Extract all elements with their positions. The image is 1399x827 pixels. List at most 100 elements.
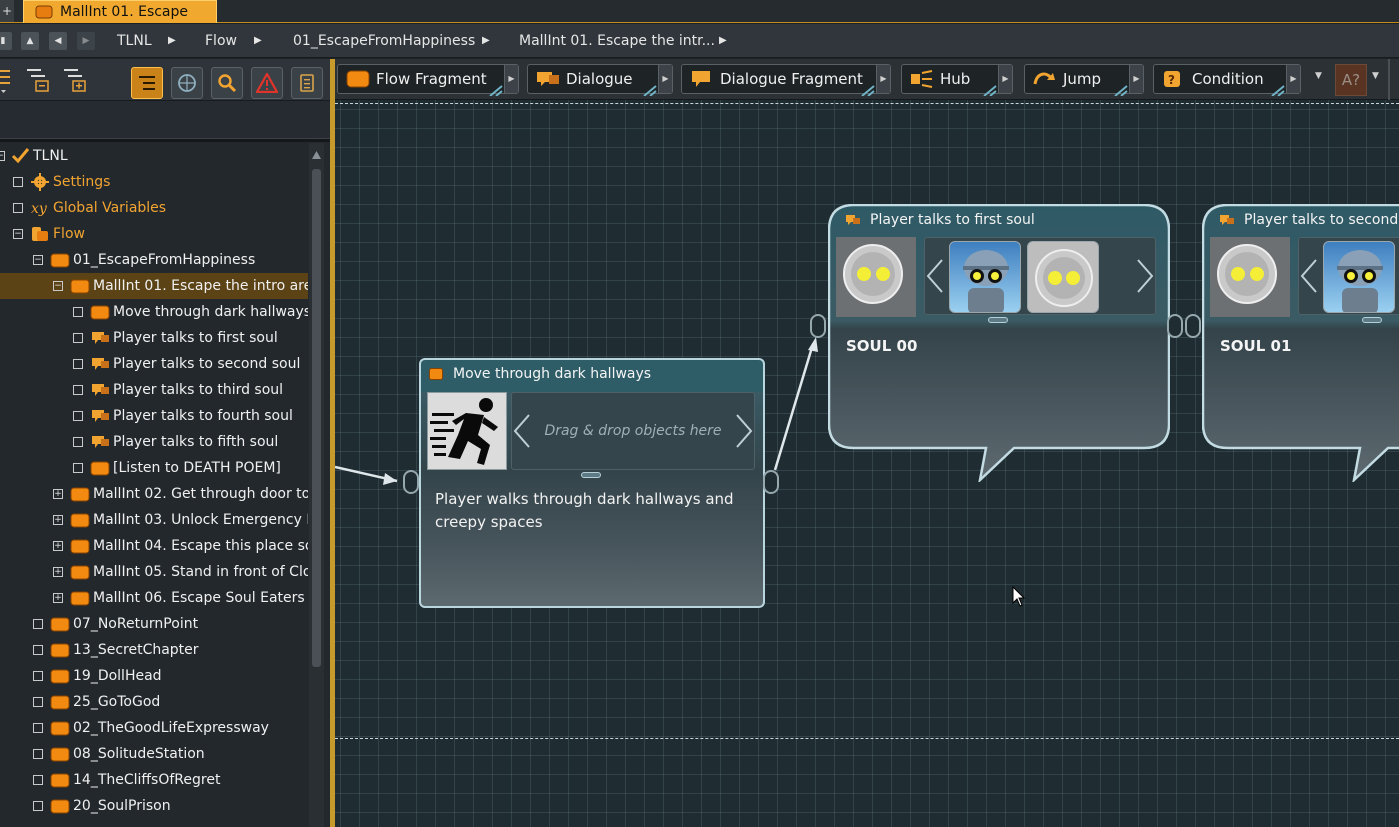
breadcrumb-separator-icon[interactable]: ▶: [719, 32, 727, 50]
list-view-icon[interactable]: [0, 67, 12, 93]
scroll-right-icon[interactable]: [734, 413, 754, 449]
collapse-icon[interactable]: [13, 203, 23, 213]
collapse-icon[interactable]: −: [0, 151, 5, 161]
collapse-icon[interactable]: [73, 463, 83, 473]
expand-tree-icon[interactable]: [26, 67, 52, 93]
up-icon[interactable]: ▲: [21, 32, 39, 50]
tree-item-node[interactable]: Player talks to third soul: [0, 377, 308, 403]
chevron-right-icon[interactable]: ▶: [658, 65, 672, 93]
forward-icon[interactable]: ▶: [77, 32, 95, 50]
tree-item-chapter[interactable]: 02_TheGoodLifeExpressway: [0, 715, 308, 741]
breadcrumb-separator-icon[interactable]: ▶: [482, 32, 490, 50]
search-tab-button[interactable]: [211, 67, 243, 99]
tree-item-node[interactable]: Player talks to first soul: [0, 325, 308, 351]
tree-item-chapter[interactable]: 25_GoToGod: [0, 689, 308, 715]
collapse-icon[interactable]: [33, 801, 43, 811]
collapse-icon[interactable]: −: [33, 255, 43, 265]
collapse-icon[interactable]: [33, 619, 43, 629]
new-tab-button[interactable]: +: [0, 0, 14, 22]
robot-portrait-icon[interactable]: [949, 241, 1021, 313]
collapse-icon[interactable]: −: [53, 281, 63, 291]
collapse-icon[interactable]: [33, 645, 43, 655]
collapse-icon[interactable]: [13, 177, 23, 187]
navigator-filter-bar[interactable]: [0, 101, 333, 139]
input-pin[interactable]: [810, 314, 826, 338]
collapse-tree-icon[interactable]: [63, 67, 89, 93]
expand-icon[interactable]: +: [53, 567, 63, 577]
tree-item-chapter[interactable]: 14_TheCliffsOfRegret: [0, 767, 308, 793]
document-tab[interactable]: MallInt 01. Escape th...: [23, 0, 217, 42]
resize-handle[interactable]: [988, 317, 1008, 323]
dialogue-fragment-button[interactable]: Dialogue Fragment ▶: [681, 64, 891, 96]
chevron-down-icon[interactable]: ▼: [1372, 71, 1379, 81]
conflicts-tab-button[interactable]: [251, 67, 283, 99]
scroll-left-icon[interactable]: [1299, 258, 1319, 294]
chevron-right-icon[interactable]: ▶: [504, 65, 518, 93]
collapse-icon[interactable]: [73, 385, 83, 395]
localization-button[interactable]: A?: [1335, 64, 1367, 96]
breadcrumb-item[interactable]: Flow: [205, 32, 237, 50]
tree-item-mallint[interactable]: + MallInt 03. Unlock Emergency D: [0, 507, 308, 533]
chevron-right-icon[interactable]: ▶: [876, 65, 890, 93]
breadcrumb-separator-icon[interactable]: ▶: [168, 32, 176, 50]
resize-handle[interactable]: [581, 472, 601, 478]
expand-icon[interactable]: +: [53, 489, 63, 499]
collapse-icon[interactable]: [33, 671, 43, 681]
tree-item-flow[interactable]: − Flow: [0, 221, 308, 247]
tree-item-mallint[interactable]: + MallInt 06. Escape Soul Eaters sc: [0, 585, 308, 611]
journeys-tab-button[interactable]: [171, 67, 203, 99]
breadcrumb-item[interactable]: TLNL: [117, 32, 152, 50]
collapse-icon[interactable]: [33, 723, 43, 733]
attachment-strip[interactable]: [924, 237, 1156, 315]
input-pin[interactable]: [403, 470, 419, 494]
tree-item-chapter[interactable]: 13_SecretChapter: [0, 637, 308, 663]
back-icon[interactable]: ◀: [49, 32, 67, 50]
dialogue-node-soul-00[interactable]: Player talks to first soul SOUL 00: [828, 204, 1170, 482]
tree-item-mallint[interactable]: + MallInt 04. Escape this place sor: [0, 533, 308, 559]
tree-item-chapter[interactable]: 07_NoReturnPoint: [0, 611, 308, 637]
flow-fragment-node[interactable]: Move through dark hallways Drag & drop o…: [419, 358, 765, 608]
scroll-right-icon[interactable]: [1135, 258, 1155, 294]
collapse-icon[interactable]: [73, 437, 83, 447]
collapse-icon[interactable]: [33, 697, 43, 707]
soul-portrait-icon[interactable]: [1027, 241, 1099, 313]
condition-button[interactable]: ? Condition ▶: [1153, 64, 1301, 96]
flow-fragment-button[interactable]: Flow Fragment ▶: [337, 64, 519, 96]
expand-icon[interactable]: +: [53, 593, 63, 603]
hub-button[interactable]: Hub ▶: [901, 64, 1013, 96]
breadcrumb-item[interactable]: MallInt 01. Escape the intr...: [519, 32, 715, 50]
scroll-thumb[interactable]: [312, 169, 321, 667]
home-icon[interactable]: ▮: [0, 32, 12, 50]
attachment-strip[interactable]: [1298, 237, 1399, 315]
collapse-icon[interactable]: [73, 411, 83, 421]
tree-item-node[interactable]: Player talks to fifth soul: [0, 429, 308, 455]
collapse-icon[interactable]: [33, 775, 43, 785]
scroll-up-icon[interactable]: [312, 151, 321, 159]
tree-item-node[interactable]: Player talks to fourth soul: [0, 403, 308, 429]
dialogue-node-soul-01[interactable]: Player talks to second so SOUL 01: [1202, 204, 1399, 482]
breadcrumb-separator-icon[interactable]: ▶: [254, 32, 262, 50]
tree-item-chapter[interactable]: 20_SoulPrison: [0, 793, 308, 819]
resize-handle[interactable]: [1362, 317, 1382, 323]
tree-item-chapter[interactable]: 08_SolitudeStation: [0, 741, 308, 767]
flow-canvas[interactable]: Move through dark hallways Drag & drop o…: [335, 100, 1399, 827]
tree-item-global-variables[interactable]: xy Global Variables: [0, 195, 308, 221]
jump-button[interactable]: Jump ▶: [1024, 64, 1144, 96]
collapse-icon[interactable]: [33, 749, 43, 759]
attachment-drop-area[interactable]: Drag & drop objects here: [511, 392, 755, 470]
collapse-icon[interactable]: [73, 307, 83, 317]
output-pin[interactable]: [763, 470, 779, 494]
tree-scrollbar[interactable]: [309, 143, 324, 827]
dialogue-button[interactable]: Dialogue ▶: [527, 64, 673, 96]
collapse-icon[interactable]: [73, 359, 83, 369]
tree-item-node[interactable]: Player talks to second soul: [0, 351, 308, 377]
tree-item-mallint[interactable]: + MallInt 05. Stand in front of Cloc: [0, 559, 308, 585]
tree-item-settings[interactable]: Settings: [0, 169, 308, 195]
expand-icon[interactable]: +: [53, 541, 63, 551]
expand-icon[interactable]: +: [53, 515, 63, 525]
tree-item-chapter[interactable]: 19_DollHead: [0, 663, 308, 689]
tree-item-mallint[interactable]: + MallInt 02. Get through door to: [0, 481, 308, 507]
chevron-right-icon[interactable]: ▶: [998, 65, 1012, 93]
collapse-icon[interactable]: [73, 333, 83, 343]
chevron-right-icon[interactable]: ▶: [1129, 65, 1143, 93]
